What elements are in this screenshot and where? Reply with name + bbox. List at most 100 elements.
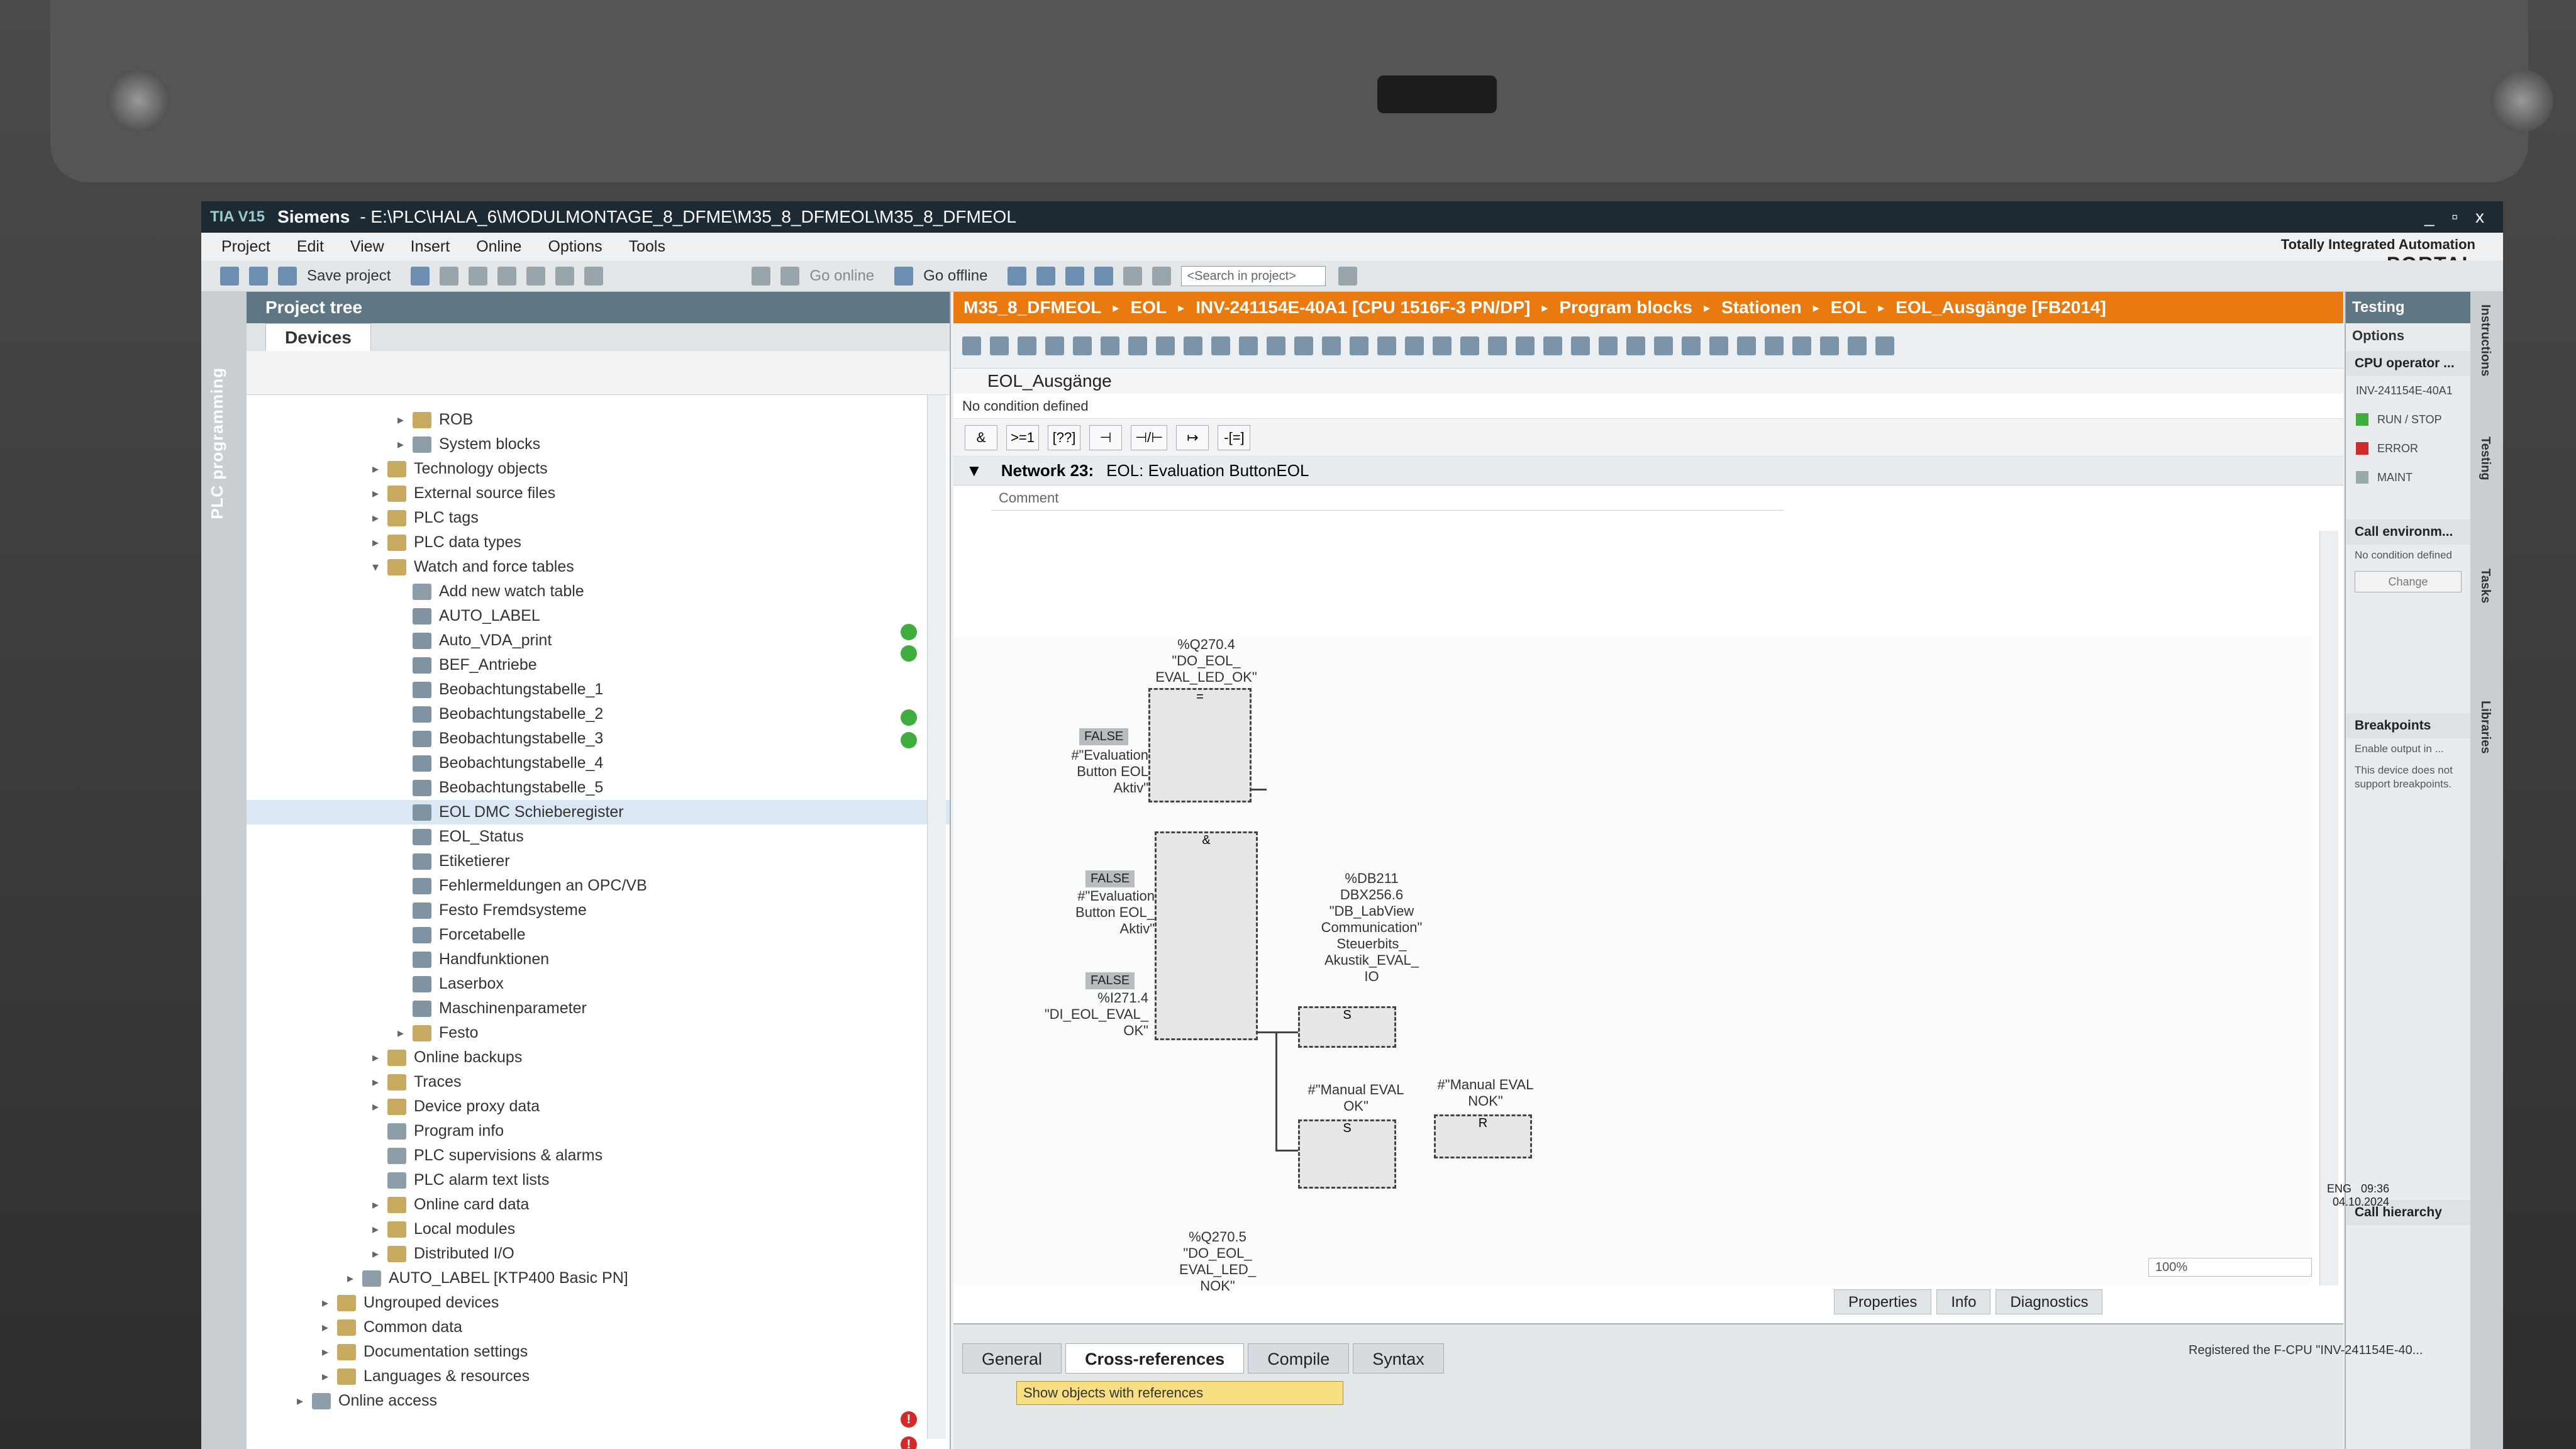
editor-vertical-scrollbar[interactable] bbox=[2319, 531, 2338, 1285]
save-project-button[interactable]: Save project bbox=[307, 267, 391, 285]
breadcrumb-item[interactable]: EOL bbox=[1831, 297, 1867, 318]
tree-item[interactable]: ▸ Festo bbox=[247, 1021, 950, 1045]
tree-item[interactable]: ▾ Watch and force tables bbox=[247, 555, 950, 579]
tree-item[interactable]: Auto_VDA_print bbox=[247, 628, 950, 653]
editor-tool-icon[interactable] bbox=[1239, 336, 1258, 355]
tree-item[interactable]: Beobachtungstabelle_3 bbox=[247, 726, 950, 751]
editor-tool-icon[interactable] bbox=[1073, 336, 1092, 355]
menu-view[interactable]: View bbox=[350, 238, 384, 256]
tree-item[interactable]: Festo Fremdsysteme bbox=[247, 898, 950, 923]
empty-box-button[interactable]: [??] bbox=[1048, 425, 1080, 450]
input3-operand[interactable]: %I271.4 "DI_EOL_EVAL_ OK" bbox=[1016, 990, 1148, 1039]
editor-tool-icon[interactable] bbox=[1571, 336, 1590, 355]
assignment-box-ok[interactable]: = bbox=[1148, 688, 1252, 802]
new-project-icon[interactable] bbox=[220, 266, 239, 286]
menu-edit[interactable]: Edit bbox=[297, 238, 324, 256]
tree-expand-icon[interactable]: ▸ bbox=[372, 535, 387, 550]
change-button[interactable]: Change bbox=[2355, 571, 2462, 592]
tree-item[interactable]: ▸ Local modules bbox=[247, 1217, 950, 1241]
show-objects-filter-select[interactable]: Show objects with references bbox=[1016, 1381, 1343, 1405]
print-icon[interactable] bbox=[411, 266, 430, 286]
tree-item[interactable]: ▸ PLC tags bbox=[247, 506, 950, 530]
redo-icon[interactable] bbox=[584, 266, 604, 286]
tree-item[interactable]: Beobachtungstabelle_1 bbox=[247, 677, 950, 702]
stop-cpu-icon[interactable] bbox=[1094, 266, 1114, 286]
tree-expand-icon[interactable]: ▸ bbox=[372, 461, 387, 477]
db-operand[interactable]: %DB211 DBX256.6 "DB_LabView Communicatio… bbox=[1293, 870, 1450, 985]
compile-icon[interactable] bbox=[752, 266, 771, 286]
tree-item[interactable]: Maschinenparameter bbox=[247, 996, 950, 1021]
cpu-operator-panel-section[interactable]: CPU operator ... bbox=[2346, 351, 2470, 376]
editor-tool-icon[interactable] bbox=[1211, 336, 1230, 355]
cut-icon[interactable] bbox=[440, 266, 459, 286]
tree-expand-icon[interactable]: ▸ bbox=[372, 486, 387, 501]
undo-icon[interactable] bbox=[555, 266, 575, 286]
start-cpu-icon[interactable] bbox=[1065, 266, 1085, 286]
editor-tool-icon[interactable] bbox=[1267, 336, 1285, 355]
go-offline-button[interactable]: Go offline bbox=[923, 267, 987, 285]
editor-tool-icon[interactable] bbox=[990, 336, 1009, 355]
tree-item[interactable]: ▸ Online card data bbox=[247, 1192, 950, 1217]
zoom-select[interactable]: 100% bbox=[2148, 1258, 2312, 1277]
manual-nok-operand[interactable]: #"Manual EVAL NOK" bbox=[1423, 1077, 1548, 1109]
input1-operand[interactable]: #"Evaluation Button EOL Aktiv" bbox=[1023, 747, 1148, 796]
or-instruction-button[interactable]: >=1 bbox=[1006, 425, 1039, 450]
call-environment-section[interactable]: Call environm... bbox=[2346, 519, 2470, 545]
accessible-devices-icon[interactable] bbox=[1008, 266, 1027, 286]
tree-item[interactable]: ▸ Device proxy data bbox=[247, 1094, 950, 1119]
assignment-button[interactable]: -[=] bbox=[1218, 425, 1251, 450]
tree-item[interactable]: Laserbox bbox=[247, 972, 950, 996]
tree-expand-icon[interactable]: ▸ bbox=[297, 1393, 312, 1409]
editor-tool-icon[interactable] bbox=[1737, 336, 1756, 355]
tree-expand-icon[interactable]: ▸ bbox=[372, 1246, 387, 1262]
editor-tool-icon[interactable] bbox=[1294, 336, 1313, 355]
tree-item[interactable]: ▸ PLC data types bbox=[247, 530, 950, 555]
editor-tool-icon[interactable] bbox=[1654, 336, 1673, 355]
tree-item[interactable]: Handfunktionen bbox=[247, 947, 950, 972]
breadcrumb-item[interactable]: EOL bbox=[1130, 297, 1167, 318]
paste-icon[interactable] bbox=[497, 266, 517, 286]
tab-devices[interactable]: Devices bbox=[265, 323, 371, 351]
tree-expand-icon[interactable]: ▸ bbox=[322, 1295, 337, 1311]
tree-item[interactable]: ▸ AUTO_LABEL [KTP400 Basic PN] bbox=[247, 1266, 950, 1291]
diagnostics-tab[interactable]: Diagnostics bbox=[1996, 1289, 2103, 1314]
tasks-tab[interactable]: Tasks bbox=[2478, 569, 2492, 688]
go-online-button[interactable]: Go online bbox=[809, 267, 874, 285]
tree-expand-icon[interactable]: ▸ bbox=[322, 1344, 337, 1360]
breadcrumb-item[interactable]: Program blocks bbox=[1559, 297, 1692, 318]
go-online-icon[interactable] bbox=[780, 266, 800, 286]
tree-expand-icon[interactable]: ▸ bbox=[347, 1270, 362, 1286]
menu-options[interactable]: Options bbox=[548, 238, 602, 256]
instructions-tab[interactable]: Instructions bbox=[2478, 304, 2492, 424]
editor-tool-icon[interactable] bbox=[1516, 336, 1535, 355]
editor-tool-icon[interactable] bbox=[1709, 336, 1728, 355]
window-controls[interactable]: _ ▫ x bbox=[2424, 207, 2490, 227]
tree-item[interactable]: ▸ Online access bbox=[247, 1389, 950, 1413]
editor-tool-icon[interactable] bbox=[1433, 336, 1452, 355]
editor-tool-icon[interactable] bbox=[962, 336, 981, 355]
copy-icon[interactable] bbox=[469, 266, 488, 286]
breadcrumb-item[interactable]: M35_8_DFMEOL bbox=[963, 297, 1101, 318]
tree-item[interactable]: ▸ Common data bbox=[247, 1315, 950, 1340]
tree-item[interactable]: PLC alarm text lists bbox=[247, 1168, 950, 1192]
editor-tool-icon[interactable] bbox=[1101, 336, 1119, 355]
cross-references-tab[interactable]: Cross-references bbox=[1065, 1343, 1245, 1374]
tree-expand-icon[interactable]: ▸ bbox=[397, 1025, 413, 1041]
tree-expand-icon[interactable]: ▸ bbox=[372, 1050, 387, 1065]
tree-item[interactable]: Add new watch table bbox=[247, 579, 950, 604]
editor-tool-icon[interactable] bbox=[1875, 336, 1894, 355]
tree-item[interactable]: AUTO_LABEL bbox=[247, 604, 950, 628]
branch-button[interactable]: ↦ bbox=[1176, 425, 1209, 450]
no-contact-button[interactable]: ⊣ bbox=[1089, 425, 1122, 450]
testing-tab[interactable]: Testing bbox=[2478, 436, 2492, 556]
menu-tools[interactable]: Tools bbox=[629, 238, 665, 256]
project-tree-scrollbar[interactable] bbox=[927, 395, 946, 1439]
coil1-operand[interactable]: %Q270.4 "DO_EOL_ EVAL_LED_OK" bbox=[1137, 636, 1275, 686]
search-in-project-input[interactable]: <Search in project> bbox=[1181, 265, 1326, 286]
editor-tool-icon[interactable] bbox=[1405, 336, 1424, 355]
editor-tool-icon[interactable] bbox=[1377, 336, 1396, 355]
manual-ok-operand[interactable]: #"Manual EVAL OK" bbox=[1293, 1082, 1419, 1114]
network-comment[interactable]: Comment bbox=[991, 486, 1784, 511]
editor-tool-icon[interactable] bbox=[1848, 336, 1867, 355]
syntax-tab[interactable]: Syntax bbox=[1353, 1343, 1444, 1374]
